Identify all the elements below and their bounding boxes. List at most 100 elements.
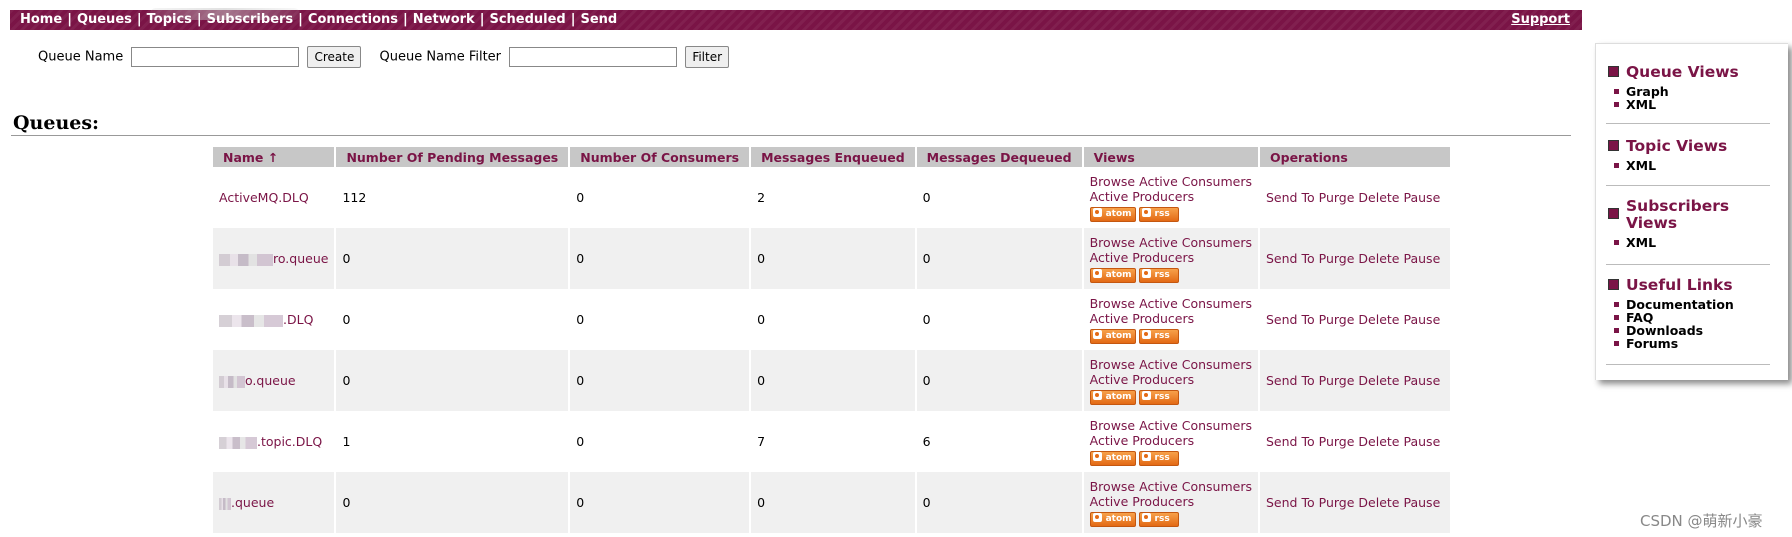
delete-link[interactable]: Delete: [1358, 495, 1399, 510]
active-consumers-link[interactable]: Active Consumers: [1139, 235, 1252, 250]
table-header-row: Name ↑ Number Of Pending Messages Number…: [213, 147, 1451, 167]
delete-link[interactable]: Delete: [1358, 434, 1399, 449]
nav-queues[interactable]: Queues: [77, 12, 132, 27]
pause-link[interactable]: Pause: [1404, 312, 1441, 327]
active-consumers-link[interactable]: Active Consumers: [1139, 479, 1252, 494]
views-cell: Browse Active Consumers Active Producers…: [1083, 472, 1258, 533]
queue-name-link[interactable]: ActiveMQ.DLQ: [219, 190, 309, 205]
sidebar-link-xml[interactable]: XML: [1612, 236, 1776, 249]
atom-feed-button[interactable]: atom: [1089, 450, 1136, 466]
col-pending[interactable]: Number Of Pending Messages: [336, 147, 569, 167]
redacted-text: [219, 497, 231, 510]
sidebar-link-xml[interactable]: XML: [1612, 159, 1776, 172]
sidebar-link-xml[interactable]: XML: [1612, 98, 1776, 111]
send-to-link[interactable]: Send To: [1266, 190, 1315, 205]
queue-name-link[interactable]: .DLQ: [283, 312, 313, 327]
active-consumers-link[interactable]: Active Consumers: [1139, 174, 1252, 189]
pause-link[interactable]: Pause: [1404, 251, 1441, 266]
heading-divider: [11, 135, 1571, 136]
views-cell: Browse Active Consumers Active Producers…: [1084, 289, 1258, 350]
active-producers-link[interactable]: Active Producers: [1090, 189, 1195, 204]
browse-link[interactable]: Browse: [1090, 174, 1136, 189]
col-consumers[interactable]: Number Of Consumers: [570, 147, 750, 167]
atom-feed-button[interactable]: atom: [1089, 267, 1136, 283]
sidebar-queue-views: Queue Views Graph XML: [1608, 64, 1776, 111]
feed-icon: [1092, 329, 1102, 339]
nav-connections[interactable]: Connections: [308, 12, 398, 27]
pause-link[interactable]: Pause: [1404, 434, 1441, 449]
purge-link[interactable]: Purge: [1319, 434, 1355, 449]
col-dequeued[interactable]: Messages Dequeued: [916, 147, 1082, 167]
active-producers-link[interactable]: Active Producers: [1090, 250, 1195, 265]
queue-name-label: Queue Name: [38, 49, 124, 65]
nav-support[interactable]: Support: [1511, 12, 1570, 27]
browse-link[interactable]: Browse: [1090, 235, 1136, 250]
col-name[interactable]: Name ↑: [213, 147, 335, 167]
views-cell: Browse Active Consumers Active Producers…: [1083, 228, 1258, 289]
active-producers-link[interactable]: Active Producers: [1090, 494, 1195, 509]
delete-link[interactable]: Delete: [1358, 190, 1399, 205]
pause-link[interactable]: Pause: [1404, 373, 1441, 388]
rss-feed-button[interactable]: rss: [1138, 328, 1179, 344]
filter-button[interactable]: Filter: [685, 46, 730, 68]
nav-home[interactable]: Home: [20, 12, 62, 27]
page-title: Queues:: [13, 112, 100, 134]
active-producers-link[interactable]: Active Producers: [1090, 372, 1195, 387]
send-to-link[interactable]: Send To: [1266, 373, 1315, 388]
delete-link[interactable]: Delete: [1358, 312, 1399, 327]
active-producers-link[interactable]: Active Producers: [1090, 311, 1195, 326]
delete-link[interactable]: Delete: [1358, 251, 1399, 266]
rss-feed-button[interactable]: rss: [1138, 511, 1179, 527]
send-to-link[interactable]: Send To: [1266, 312, 1315, 327]
active-consumers-link[interactable]: Active Consumers: [1139, 296, 1252, 311]
browse-link[interactable]: Browse: [1090, 479, 1136, 494]
pause-link[interactable]: Pause: [1404, 190, 1441, 205]
create-button[interactable]: Create: [307, 46, 362, 68]
active-consumers-link[interactable]: Active Consumers: [1139, 418, 1252, 433]
bullet-square-icon: [1608, 208, 1619, 219]
queue-name-link[interactable]: o.queue: [245, 373, 296, 388]
browse-link[interactable]: Browse: [1090, 418, 1136, 433]
nav-scheduled[interactable]: Scheduled: [489, 12, 565, 27]
redacted-text: [219, 436, 257, 449]
active-producers-link[interactable]: Active Producers: [1090, 433, 1195, 448]
sidebar-topic-views: Topic Views XML: [1608, 138, 1776, 172]
rss-feed-button[interactable]: rss: [1138, 206, 1179, 222]
queue-name-input[interactable]: [131, 47, 300, 67]
browse-link[interactable]: Browse: [1090, 296, 1136, 311]
feed-icon: [1092, 451, 1102, 461]
send-to-link[interactable]: Send To: [1266, 251, 1315, 266]
delete-link[interactable]: Delete: [1358, 373, 1399, 388]
nav-topics[interactable]: Topics: [147, 12, 192, 27]
purge-link[interactable]: Purge: [1319, 373, 1355, 388]
nav-network[interactable]: Network: [413, 12, 475, 27]
rss-feed-button[interactable]: rss: [1138, 267, 1179, 283]
feed-icon: [1092, 390, 1102, 400]
purge-link[interactable]: Purge: [1319, 495, 1355, 510]
nav-subscribers[interactable]: Subscribers: [207, 12, 294, 27]
purge-link[interactable]: Purge: [1319, 251, 1355, 266]
send-to-link[interactable]: Send To: [1266, 434, 1315, 449]
nav-send[interactable]: Send: [580, 12, 617, 27]
feed-icon: [1092, 512, 1102, 522]
pause-link[interactable]: Pause: [1404, 495, 1441, 510]
queue-name-link[interactable]: ro.queue: [273, 251, 328, 266]
feed-icon: [1141, 451, 1151, 461]
purge-link[interactable]: Purge: [1319, 312, 1355, 327]
rss-feed-button[interactable]: rss: [1138, 450, 1179, 466]
rss-feed-button[interactable]: rss: [1138, 389, 1179, 405]
active-consumers-link[interactable]: Active Consumers: [1139, 357, 1252, 372]
col-enqueued[interactable]: Messages Enqueued: [751, 147, 915, 167]
browse-link[interactable]: Browse: [1090, 357, 1136, 372]
atom-feed-button[interactable]: atom: [1089, 328, 1136, 344]
atom-feed-button[interactable]: atom: [1089, 389, 1136, 405]
sidebar-link-forums[interactable]: Forums: [1612, 337, 1776, 350]
queue-name-link[interactable]: .topic.DLQ: [257, 434, 322, 449]
atom-feed-button[interactable]: atom: [1089, 206, 1136, 222]
purge-link[interactable]: Purge: [1319, 190, 1355, 205]
queue-filter-input[interactable]: [509, 47, 678, 67]
top-nav: Home | Queues | Topics | Subscribers | Connectio…: [20, 12, 618, 27]
send-to-link[interactable]: Send To: [1266, 495, 1315, 510]
atom-feed-button[interactable]: atom: [1089, 511, 1136, 527]
queue-name-link[interactable]: .queue: [231, 495, 274, 510]
